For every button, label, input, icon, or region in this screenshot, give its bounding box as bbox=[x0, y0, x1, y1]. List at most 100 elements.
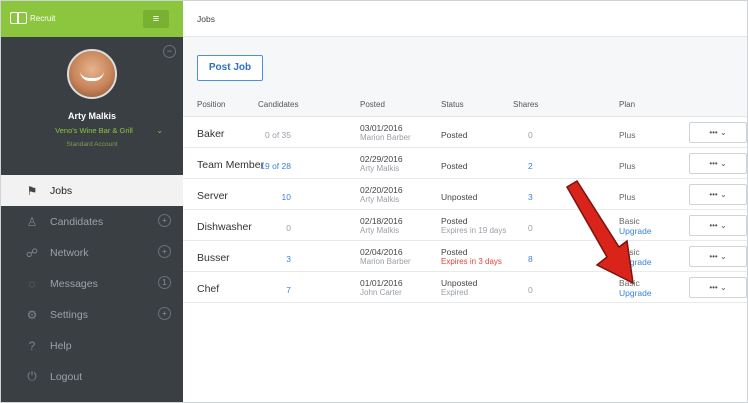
posted-cell: 02/18/2016 Arty Malkis bbox=[360, 216, 403, 236]
table-row[interactable]: Chef 7 01/01/2016 John Carter Unposted Exp… bbox=[183, 272, 747, 303]
posted-date: 01/01/2016 bbox=[360, 278, 403, 288]
table-row[interactable]: Dishwasher 0 02/18/2016 Arty Malkis Poste… bbox=[183, 210, 747, 241]
add-setting-icon[interactable]: + bbox=[158, 307, 171, 320]
column-header-status[interactable]: Status bbox=[441, 100, 464, 109]
posted-by: John Carter bbox=[360, 288, 402, 297]
business-select[interactable]: Veno's Wine Bar & Grill ⌄ bbox=[23, 124, 165, 138]
collapse-sidebar-button[interactable]: ≡ bbox=[143, 10, 169, 28]
sidebar-item-label: Network bbox=[50, 246, 89, 259]
profile-card: − Arty Malkis Veno's Wine Bar & Grill ⌄ … bbox=[1, 37, 183, 157]
red-arrow-icon bbox=[565, 179, 634, 285]
logo-icon bbox=[10, 12, 27, 24]
table-row[interactable]: Baker 0 of 35 03/01/2016 Marion Barber Po… bbox=[183, 117, 747, 148]
status-cell: Posted bbox=[441, 161, 468, 171]
sidebar-item-label: Jobs bbox=[50, 184, 73, 197]
status-text: Posted bbox=[441, 216, 468, 226]
column-header-candidates[interactable]: Candidates bbox=[258, 100, 298, 109]
toolbar: Post Job bbox=[183, 37, 747, 91]
add-network-icon[interactable]: + bbox=[158, 245, 171, 258]
power-icon: ⏻ bbox=[27, 369, 37, 383]
column-header-position[interactable]: Position bbox=[197, 100, 225, 109]
logo-text: Recruit bbox=[30, 13, 56, 23]
status-cell: Unposted Expired bbox=[441, 278, 477, 298]
candidates-link[interactable]: 19 of 28 bbox=[183, 161, 303, 171]
person-icon: ♙ bbox=[26, 214, 38, 229]
posted-date: 03/01/2016 bbox=[360, 123, 403, 133]
avatar[interactable] bbox=[67, 49, 117, 99]
sidebar-item-messages[interactable]: ◌ Messages 1 bbox=[1, 268, 183, 299]
posted-date: 02/20/2016 bbox=[360, 185, 403, 195]
account-type: Standard Account bbox=[66, 141, 118, 148]
expiry-warning-text: Expires in 3 days bbox=[441, 257, 502, 266]
row-actions-button[interactable]: ••• ⌄ bbox=[689, 215, 747, 236]
question-icon: ? bbox=[28, 338, 36, 353]
sidebar-item-candidates[interactable]: ♙ Candidates + bbox=[1, 206, 183, 237]
table-row[interactable]: Server 10 02/20/2016 Arty Malkis Unposted… bbox=[183, 179, 747, 210]
column-header-posted[interactable]: Posted bbox=[360, 100, 385, 109]
sidebar-nav: ⚑ Jobs ♙ Candidates + ☍ Network + ◌ Mess… bbox=[1, 175, 183, 392]
candidates-cell: 0 bbox=[286, 223, 291, 233]
messages-count-badge: 1 bbox=[158, 276, 171, 289]
sidebar-item-settings[interactable]: ⚙ Settings + bbox=[1, 299, 183, 330]
sidebar-item-label: Candidates bbox=[50, 215, 104, 228]
shares-cell: 0 bbox=[528, 130, 533, 140]
row-actions-button[interactable]: ••• ⌄ bbox=[689, 122, 747, 143]
posted-date: 02/04/2016 bbox=[360, 247, 403, 257]
add-candidate-icon[interactable]: + bbox=[158, 214, 171, 227]
status-cell: Posted bbox=[441, 130, 468, 140]
sidebar-item-label: Logout bbox=[50, 370, 83, 383]
posted-by: Arty Malkis bbox=[360, 164, 400, 173]
row-actions-button[interactable]: ••• ⌄ bbox=[689, 184, 747, 205]
candidates-link[interactable]: 10 bbox=[183, 192, 303, 202]
sidebar: Recruit ≡ − Arty Malkis Veno's Wine Bar … bbox=[1, 1, 183, 402]
posted-cell: 01/01/2016 John Carter bbox=[360, 278, 403, 298]
row-actions-button[interactable]: ••• ⌄ bbox=[689, 277, 747, 298]
candidates-link[interactable]: 3 bbox=[183, 254, 303, 264]
plan-cell: Plus bbox=[619, 130, 636, 140]
sidebar-item-jobs[interactable]: ⚑ Jobs bbox=[1, 175, 183, 206]
shares-link[interactable]: 8 bbox=[528, 254, 533, 264]
posted-cell: 02/29/2016 Arty Malkis bbox=[360, 154, 403, 174]
page-title: Jobs bbox=[183, 1, 747, 37]
column-header-shares[interactable]: Shares bbox=[513, 100, 538, 109]
sidebar-item-network[interactable]: ☍ Network + bbox=[1, 237, 183, 268]
sidebar-item-label: Settings bbox=[50, 308, 88, 321]
shares-link[interactable]: 2 bbox=[528, 161, 533, 171]
sidebar-item-logout[interactable]: ⏻ Logout bbox=[1, 361, 183, 392]
app-logo[interactable]: Recruit bbox=[10, 12, 55, 24]
table-header: Position Candidates Posted Status Shares… bbox=[183, 91, 747, 117]
posted-cell: 03/01/2016 Marion Barber bbox=[360, 123, 411, 143]
app-window: Recruit ≡ − Arty Malkis Veno's Wine Bar … bbox=[0, 0, 748, 403]
chat-icon: ◌ bbox=[28, 276, 36, 291]
status-text: Unposted bbox=[441, 278, 478, 288]
chevron-down-icon: ⌄ bbox=[156, 126, 163, 135]
main-content: Jobs Post Job Position Candidates Posted… bbox=[183, 1, 747, 402]
posted-by: Arty Malkis bbox=[360, 226, 400, 235]
sidebar-item-help[interactable]: ? Help bbox=[1, 330, 183, 361]
status-text: Posted bbox=[441, 247, 468, 257]
status-cell: Posted Expires in 19 days bbox=[441, 216, 506, 236]
posted-date: 02/29/2016 bbox=[360, 154, 403, 164]
flag-icon: ⚑ bbox=[26, 183, 38, 198]
plan-cell: Plus bbox=[619, 161, 636, 171]
posted-cell: 02/04/2016 Marion Barber bbox=[360, 247, 411, 267]
posted-by: Marion Barber bbox=[360, 133, 411, 142]
status-cell: Unposted bbox=[441, 192, 478, 202]
candidates-link[interactable]: 7 bbox=[183, 285, 303, 295]
column-header-plan[interactable]: Plan bbox=[619, 100, 635, 109]
posted-by: Arty Malkis bbox=[360, 195, 400, 204]
row-actions-button[interactable]: ••• ⌄ bbox=[689, 246, 747, 267]
gear-icon: ⚙ bbox=[26, 307, 38, 322]
business-name: Veno's Wine Bar & Grill bbox=[55, 126, 133, 135]
sidebar-item-label: Messages bbox=[50, 277, 98, 290]
post-job-button[interactable]: Post Job bbox=[197, 55, 263, 81]
upgrade-link[interactable]: Upgrade bbox=[619, 288, 652, 298]
candidates-cell: 0 of 35 bbox=[265, 130, 291, 140]
posted-cell: 02/20/2016 Arty Malkis bbox=[360, 185, 403, 205]
user-name: Arty Malkis bbox=[67, 111, 117, 121]
row-actions-button[interactable]: ••• ⌄ bbox=[689, 153, 747, 174]
profile-minus-icon[interactable]: − bbox=[163, 45, 176, 58]
shares-link[interactable]: 3 bbox=[528, 192, 533, 202]
table-row[interactable]: Busser 3 02/04/2016 Marion Barber Posted E… bbox=[183, 241, 747, 272]
table-row[interactable]: Team Member 19 of 28 02/29/2016 Arty Malk… bbox=[183, 148, 747, 179]
